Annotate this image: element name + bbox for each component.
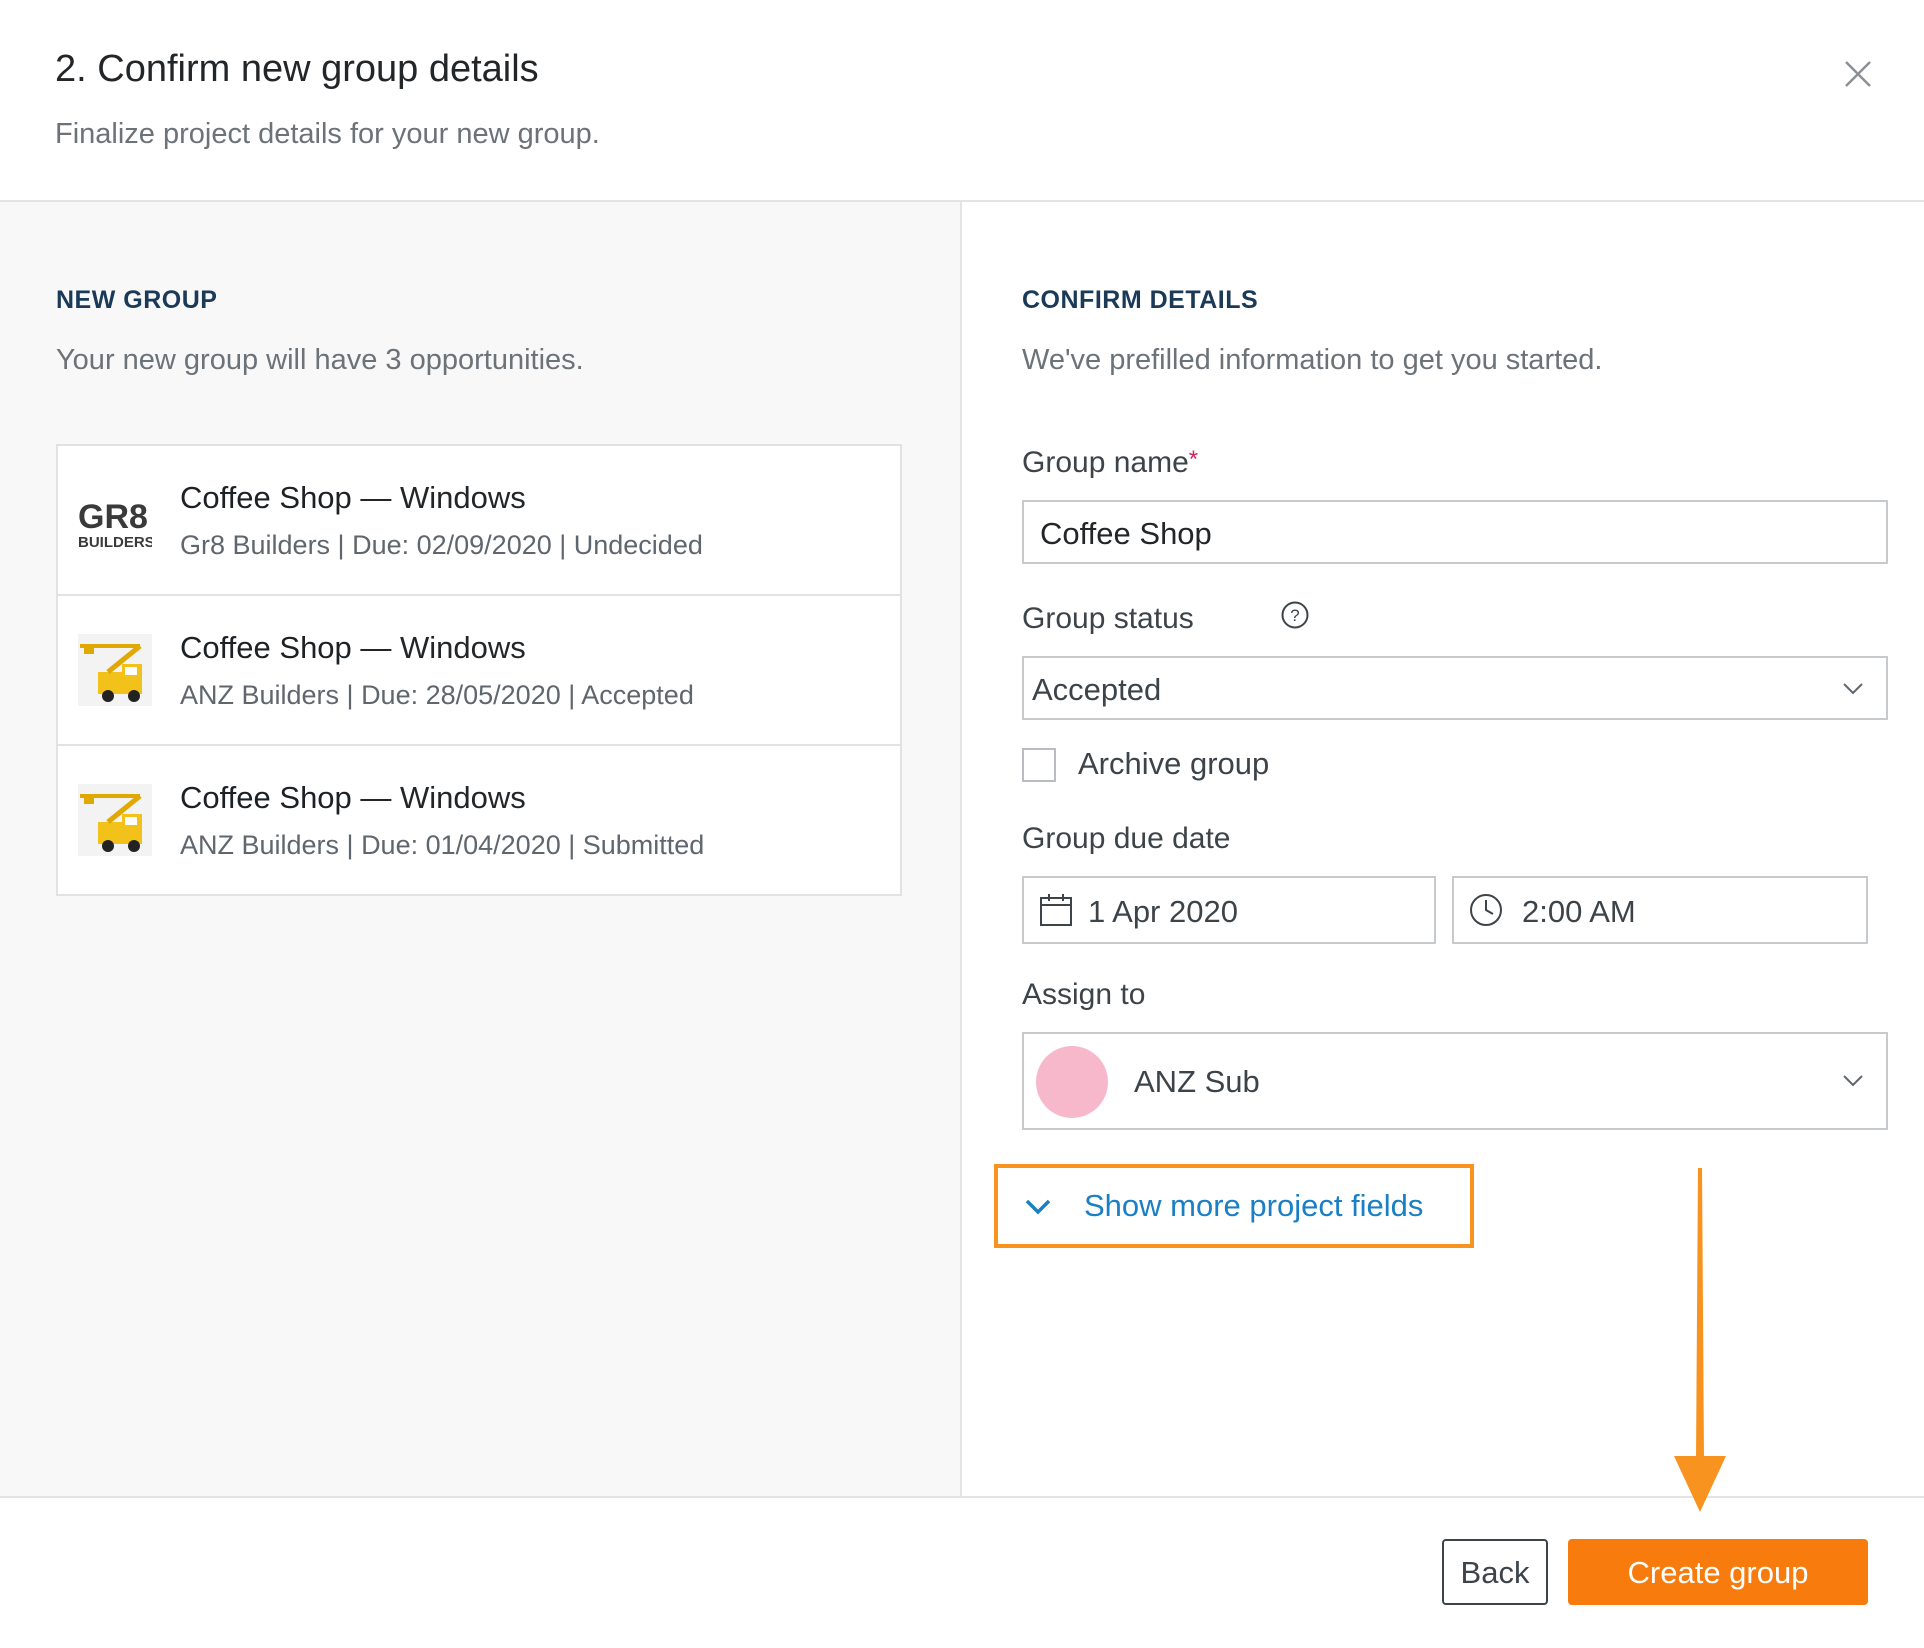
confirm-details-panel: CONFIRM DETAILS We've prefilled informat… [962, 202, 1924, 1496]
due-time-value: 2:00 AM [1522, 894, 1636, 929]
show-more-label: Show more project fields [1084, 1188, 1424, 1223]
create-group-button[interactable]: Create group [1568, 1539, 1868, 1605]
due-date-input[interactable]: 1 Apr 2020 [1022, 876, 1436, 944]
crane-truck-logo [78, 784, 152, 856]
opportunity-name: Coffee Shop [180, 630, 352, 665]
group-status-value: Accepted [1032, 672, 1162, 707]
opportunity-name: Coffee Shop [180, 780, 352, 815]
list-item: Coffee Shop — Windows ANZ Builders | Due… [58, 746, 900, 894]
dialog-subtitle: Finalize project details for your new gr… [55, 118, 600, 150]
new-group-description: Your new group will have 3 opportunities… [56, 344, 584, 376]
group-name-label-text: Group name [1022, 446, 1189, 479]
group-status-label-text: Group status [1022, 602, 1194, 635]
group-name-value: Coffee Shop [1040, 516, 1212, 551]
opportunity-trade: — Windows [360, 480, 526, 515]
opportunity-name: Coffee Shop [180, 480, 352, 515]
crane-truck-logo [78, 634, 152, 706]
opportunity-title: Coffee Shop — Windows [180, 780, 526, 816]
opportunity-trade: — Windows [360, 630, 526, 665]
svg-text:BUILDERS: BUILDERS [78, 534, 152, 551]
assignee-name: ANZ Sub [1134, 1064, 1260, 1099]
close-icon [1845, 61, 1871, 87]
opportunity-meta: ANZ Builders | Due: 28/05/2020 | Accepte… [180, 680, 694, 710]
new-group-heading: NEW GROUP [56, 286, 218, 314]
archive-group-checkbox[interactable] [1022, 748, 1056, 782]
dialog-header: 2. Confirm new group details Finalize pr… [0, 0, 1924, 202]
chevron-down-icon [1843, 683, 1863, 695]
list-item: GR8 BUILDERS Coffee Shop — Windows Gr8 B… [58, 446, 900, 596]
dialog-title: 2. Confirm new group details [55, 48, 539, 90]
annotation-arrow-icon [1674, 1168, 1726, 1512]
back-button[interactable]: Back [1442, 1539, 1548, 1605]
group-name-input[interactable]: Coffee Shop [1022, 500, 1888, 564]
chevron-down-icon [1025, 1199, 1051, 1215]
due-time-input[interactable]: 2:00 AM [1452, 876, 1868, 944]
close-button[interactable] [1836, 52, 1880, 96]
opportunity-title: Coffee Shop — Windows [180, 480, 526, 516]
opportunity-title: Coffee Shop — Windows [180, 630, 526, 666]
chevron-down-icon [1843, 1075, 1863, 1087]
group-name-label: Group name* [1022, 446, 1198, 480]
opportunity-trade: — Windows [360, 780, 526, 815]
archive-group-label: Archive group [1078, 746, 1270, 781]
svg-text:?: ? [1290, 606, 1299, 625]
assign-to-label: Assign to [1022, 978, 1146, 1011]
assign-to-select[interactable]: ANZ Sub [1022, 1032, 1888, 1130]
required-marker: * [1188, 446, 1199, 473]
dialog-footer: Back Create group [0, 1496, 1924, 1648]
new-group-panel: NEW GROUP Your new group will have 3 opp… [0, 202, 962, 1496]
gr8-builders-logo: GR8 BUILDERS [78, 484, 155, 556]
clock-icon [1470, 894, 1502, 926]
group-status-select[interactable]: Accepted [1022, 656, 1888, 720]
calendar-icon [1040, 894, 1072, 926]
show-more-project-fields-link[interactable]: Show more project fields [994, 1164, 1474, 1248]
opportunity-meta: ANZ Builders | Due: 01/04/2020 | Submitt… [180, 830, 705, 860]
opportunity-list: GR8 BUILDERS Coffee Shop — Windows Gr8 B… [56, 444, 902, 896]
group-status-label: Group status ? [1022, 601, 1309, 636]
due-date-value: 1 Apr 2020 [1088, 894, 1238, 929]
avatar [1036, 1046, 1108, 1118]
group-due-date-label: Group due date [1022, 822, 1231, 855]
opportunity-meta: Gr8 Builders | Due: 02/09/2020 | Undecid… [180, 530, 703, 560]
list-item: Coffee Shop — Windows ANZ Builders | Due… [58, 596, 900, 746]
confirm-details-description: We've prefilled information to get you s… [1022, 344, 1603, 376]
help-icon[interactable]: ? [1280, 600, 1310, 630]
confirm-details-heading: CONFIRM DETAILS [1022, 286, 1259, 314]
svg-text:GR8: GR8 [78, 498, 148, 536]
